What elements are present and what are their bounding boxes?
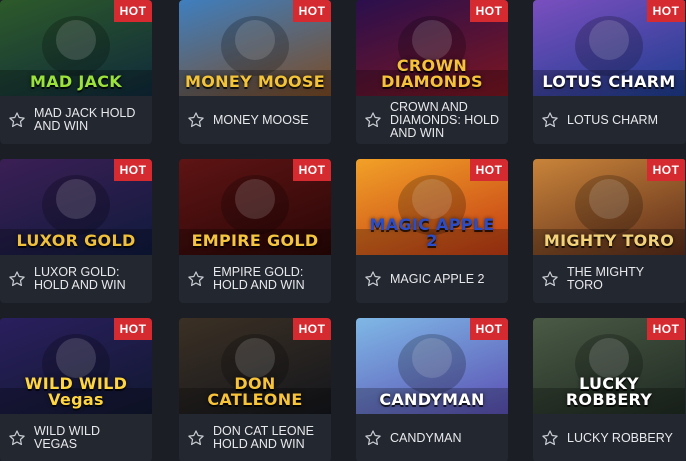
game-thumbnail[interactable]: CANDYMAN HOT <box>356 318 508 414</box>
star-outline-icon[interactable] <box>533 414 567 461</box>
game-thumbnail[interactable]: DON CATLEONE HOT <box>179 318 331 414</box>
star-outline-icon[interactable] <box>356 255 390 303</box>
game-title[interactable]: THE MIGHTY TORO <box>567 266 686 292</box>
star-outline-icon[interactable] <box>0 96 34 144</box>
game-thumbnail[interactable]: WILD WILD Vegas HOT <box>0 318 152 414</box>
hot-badge: HOT <box>470 318 508 340</box>
game-title[interactable]: CROWN AND DIAMONDS: HOLD AND WIN <box>390 100 508 140</box>
hot-badge: HOT <box>293 159 331 181</box>
game-info: CANDYMAN <box>356 414 508 461</box>
star-outline-icon[interactable] <box>179 96 213 144</box>
game-card[interactable]: LUCKY ROBBERY HOT LUCKY ROBBERY <box>533 318 686 461</box>
game-info: LOTUS CHARM <box>533 96 686 144</box>
game-thumbnail[interactable]: MAGIC APPLE 2 HOT <box>356 159 508 255</box>
game-logo: EMPIRE GOLD <box>191 231 319 250</box>
game-thumbnail[interactable]: MAD JACK HOT <box>0 0 152 96</box>
game-title[interactable]: EMPIRE GOLD: HOLD AND WIN <box>213 266 331 292</box>
game-card[interactable]: LOTUS CHARM HOT LOTUS CHARM <box>533 0 686 144</box>
star-outline-icon[interactable] <box>356 96 390 144</box>
hot-badge: HOT <box>293 318 331 340</box>
game-thumbnail[interactable]: CROWN DIAMONDS HOT <box>356 0 508 96</box>
star-outline-icon[interactable] <box>533 255 567 303</box>
game-thumbnail[interactable]: MONEY MOOSE HOT <box>179 0 331 96</box>
star-outline-icon[interactable] <box>179 414 213 461</box>
game-info: MAGIC APPLE 2 <box>356 255 508 303</box>
star-outline-icon[interactable] <box>356 414 390 461</box>
game-logo: DON CATLEONE <box>207 374 303 409</box>
game-grid: MAD JACK HOT MAD JACK HOLD AND WIN MONEY MO… <box>0 0 686 461</box>
game-logo: CANDYMAN <box>379 390 485 409</box>
game-card[interactable]: MONEY MOOSE HOT MONEY MOOSE <box>179 0 331 144</box>
game-thumbnail[interactable]: MIGHTY TORO HOT <box>533 159 685 255</box>
hot-badge: HOT <box>647 159 685 181</box>
game-title[interactable]: LOTUS CHARM <box>567 113 664 127</box>
game-card[interactable]: MAGIC APPLE 2 HOT MAGIC APPLE 2 <box>356 159 508 303</box>
game-logo: MAD JACK <box>29 72 123 91</box>
star-outline-icon[interactable] <box>179 255 213 303</box>
hot-badge: HOT <box>647 0 685 22</box>
game-info: EMPIRE GOLD: HOLD AND WIN <box>179 255 331 303</box>
game-logo: CROWN DIAMONDS <box>381 56 483 91</box>
game-card[interactable]: CROWN DIAMONDS HOT CROWN AND DIAMONDS: HOL… <box>356 0 508 144</box>
hot-badge: HOT <box>114 0 152 22</box>
game-card[interactable]: LUXOR GOLD HOT LUXOR GOLD: HOLD AND WIN <box>0 159 152 303</box>
game-card[interactable]: DON CATLEONE HOT DON CAT LEONE HOLD AND WI… <box>179 318 331 461</box>
game-logo: WILD WILD Vegas <box>24 374 128 409</box>
game-info: LUCKY ROBBERY <box>533 414 686 461</box>
hot-badge: HOT <box>647 318 685 340</box>
hot-badge: HOT <box>114 318 152 340</box>
game-card[interactable]: WILD WILD Vegas HOT WILD WILD VEGAS <box>0 318 152 461</box>
game-logo: MAGIC APPLE 2 <box>369 215 495 250</box>
hot-badge: HOT <box>470 159 508 181</box>
hot-badge: HOT <box>114 159 152 181</box>
game-card[interactable]: MIGHTY TORO HOT THE MIGHTY TORO <box>533 159 686 303</box>
game-info: CROWN AND DIAMONDS: HOLD AND WIN <box>356 96 508 144</box>
game-title[interactable]: DON CAT LEONE HOLD AND WIN <box>213 425 331 451</box>
game-logo: LOTUS CHARM <box>542 72 676 91</box>
star-outline-icon[interactable] <box>0 414 34 461</box>
game-title[interactable]: MAGIC APPLE 2 <box>390 272 490 286</box>
game-logo: MONEY MOOSE <box>185 72 325 91</box>
game-logo: MIGHTY TORO <box>543 231 675 250</box>
game-title[interactable]: LUCKY ROBBERY <box>567 431 679 445</box>
game-thumbnail[interactable]: LUXOR GOLD HOT <box>0 159 152 255</box>
game-card[interactable]: CANDYMAN HOT CANDYMAN <box>356 318 508 461</box>
game-info: LUXOR GOLD: HOLD AND WIN <box>0 255 152 303</box>
game-title[interactable]: WILD WILD VEGAS <box>34 425 152 451</box>
game-thumbnail[interactable]: LUCKY ROBBERY HOT <box>533 318 685 414</box>
game-thumbnail[interactable]: LOTUS CHARM HOT <box>533 0 685 96</box>
hot-badge: HOT <box>470 0 508 22</box>
game-card[interactable]: MAD JACK HOT MAD JACK HOLD AND WIN <box>0 0 152 144</box>
game-info: DON CAT LEONE HOLD AND WIN <box>179 414 331 461</box>
game-card[interactable]: EMPIRE GOLD HOT EMPIRE GOLD: HOLD AND WIN <box>179 159 331 303</box>
game-logo: LUXOR GOLD <box>16 231 136 250</box>
game-title[interactable]: LUXOR GOLD: HOLD AND WIN <box>34 266 152 292</box>
game-logo: LUCKY ROBBERY <box>565 374 653 409</box>
hot-badge: HOT <box>293 0 331 22</box>
game-info: WILD WILD VEGAS <box>0 414 152 461</box>
game-info: MAD JACK HOLD AND WIN <box>0 96 152 144</box>
game-info: MONEY MOOSE <box>179 96 331 144</box>
game-info: THE MIGHTY TORO <box>533 255 686 303</box>
star-outline-icon[interactable] <box>533 96 567 144</box>
game-title[interactable]: MAD JACK HOLD AND WIN <box>34 107 152 133</box>
star-outline-icon[interactable] <box>0 255 34 303</box>
game-thumbnail[interactable]: EMPIRE GOLD HOT <box>179 159 331 255</box>
game-title[interactable]: MONEY MOOSE <box>213 113 315 127</box>
game-title[interactable]: CANDYMAN <box>390 431 468 445</box>
